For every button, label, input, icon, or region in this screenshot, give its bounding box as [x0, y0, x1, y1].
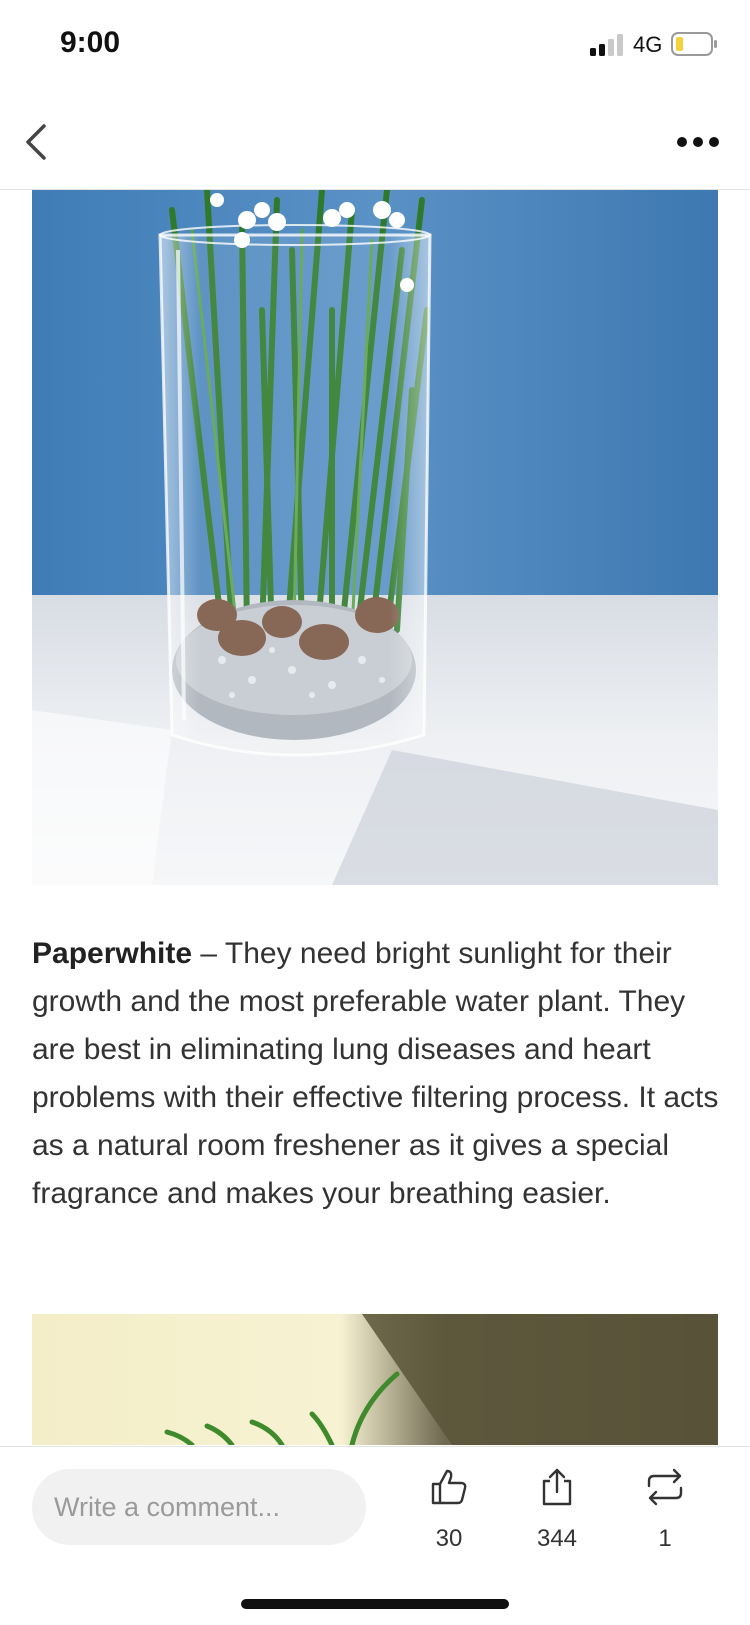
status-time: 9:00 [60, 26, 121, 59]
more-dots-icon [677, 137, 719, 147]
article-paragraph: Paperwhite – They need bright sunlight f… [32, 930, 722, 1218]
thumbs-up-icon [431, 1469, 467, 1505]
back-chevron-icon [26, 124, 46, 160]
like-button[interactable]: 30 [404, 1467, 494, 1567]
article-content[interactable]: Paperwhite – They need bright sunlight f… [0, 190, 750, 1445]
home-indicator[interactable] [241, 1599, 509, 1609]
repost-icon [647, 1468, 683, 1506]
signal-icon [590, 34, 623, 56]
navigation-bar [0, 90, 750, 190]
back-button[interactable] [16, 120, 60, 164]
more-options-button[interactable] [670, 120, 726, 164]
repost-button[interactable]: 1 [620, 1467, 710, 1567]
share-icon [542, 1468, 572, 1506]
plant-description: – They need bright sunlight for their gr… [32, 937, 719, 1210]
share-button[interactable]: 344 [512, 1467, 602, 1567]
battery-icon [671, 32, 717, 56]
paperwhite-bulbs-in-glass-vase-photo [32, 190, 718, 885]
like-count: 30 [435, 1525, 463, 1552]
green-plant-photo [32, 1314, 718, 1445]
status-bar: 9:00 4G [0, 0, 750, 90]
comment-input[interactable] [32, 1469, 366, 1545]
plant-name: Paperwhite [32, 937, 193, 970]
share-count: 344 [536, 1525, 578, 1552]
network-type: 4G [633, 32, 663, 57]
repost-count: 1 [658, 1525, 672, 1552]
